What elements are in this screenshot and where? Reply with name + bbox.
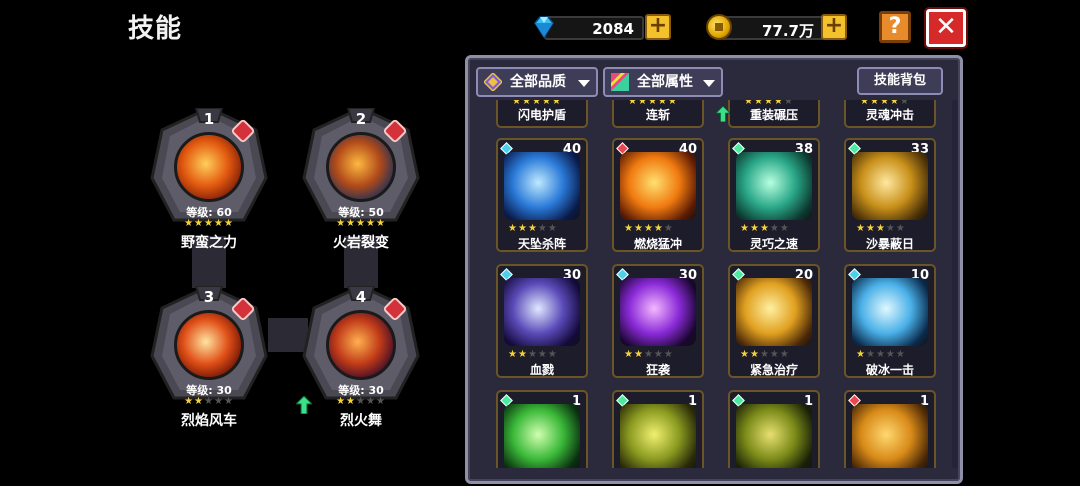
skill-card[interactable]: 1 <box>612 390 704 468</box>
slot-number: 3 <box>203 288 215 306</box>
slot-number: 2 <box>355 110 367 128</box>
skill-card[interactable]: ★★★★★ 闪电护盾 <box>496 100 588 128</box>
skill-stars: ★★★★★ <box>336 396 386 407</box>
skill-art <box>620 278 696 346</box>
skill-name: 烈焰风车 <box>181 413 237 429</box>
equipped-skill-slot-1[interactable]: 1 等级: 60 ★★★★★ 野蛮之力 <box>144 98 274 251</box>
skill-card[interactable]: 40 ★★★★★ 天坠杀阵 <box>496 138 588 252</box>
skill-name: 重装碾压 <box>749 108 798 122</box>
slot-number: 1 <box>203 110 215 128</box>
skill-art <box>504 404 580 468</box>
close-button[interactable]: ✕ <box>924 7 968 49</box>
skill-inventory-panel: 全部品质 全部属性 技能背包 ★★★★★ 闪电护盾 ★★★★★ 连斩 ★★★★★ 重装碾压… <box>465 55 963 484</box>
skill-name: 血戮 <box>529 363 554 377</box>
attribute-filter-dropdown[interactable]: 全部属性 <box>603 67 723 97</box>
skill-name: 破冰一击 <box>865 363 914 377</box>
skill-card[interactable]: ★★★★★ 灵魂冲击 <box>844 100 936 128</box>
skill-grid: ★★★★★ 闪电护盾 ★★★★★ 连斩 ★★★★★ 重装碾压 ★★★★★ 灵魂冲击 40 ★★★★… <box>490 100 950 468</box>
quality-diamond-icon <box>484 73 502 91</box>
skill-card[interactable]: ★★★★★ 连斩 <box>612 100 704 128</box>
gold-value: 77.7万 <box>761 22 814 40</box>
skill-name: 火岩裂变 <box>333 235 389 251</box>
skill-stars: ★★★★★ <box>740 349 790 360</box>
skill-name: 连斩 <box>645 108 670 122</box>
skill-name: 灵魂冲击 <box>865 108 914 122</box>
skill-stars: ★★★★★ <box>184 218 234 229</box>
skill-card[interactable]: 40 ★★★★★ 燃烧猛冲 <box>612 138 704 252</box>
skill-name: 紧急治疗 <box>749 363 798 377</box>
skill-card[interactable]: 1 <box>496 390 588 468</box>
skill-card[interactable]: 1 <box>728 390 820 468</box>
skill-stars: ★★★★★ <box>184 396 234 407</box>
scrollbar[interactable] <box>952 100 958 468</box>
skill-bag-button[interactable]: 技能背包 <box>857 67 943 95</box>
skill-name: 燃烧猛冲 <box>633 237 682 251</box>
equipped-skill-slot-3[interactable]: 3 等级: 30 ★★★★★ 烈焰风车 <box>144 276 274 429</box>
skill-name: 狂袭 <box>645 363 670 377</box>
gold-counter: 77.7万 + <box>706 13 848 41</box>
skill-art <box>736 152 812 220</box>
skill-card[interactable]: 30 ★★★★★ 狂袭 <box>612 264 704 378</box>
upgrade-arrow-icon <box>296 396 312 414</box>
skill-art <box>736 404 812 468</box>
skill-stars: ★★★★★ <box>856 223 906 234</box>
skill-art <box>852 152 928 220</box>
chevron-down-icon <box>578 80 590 87</box>
help-button[interactable]: ? <box>879 11 911 43</box>
slot-number: 4 <box>355 288 367 306</box>
skill-art <box>620 404 696 468</box>
skill-card[interactable]: 10 ★★★★★ 破冰一击 <box>844 264 936 378</box>
gem-counter: 2084 + <box>530 13 671 41</box>
skill-name: 沙暴蔽日 <box>865 237 914 251</box>
skill-stars: ★★★★★ <box>624 223 674 234</box>
chevron-down-icon <box>703 80 715 87</box>
skill-art <box>174 132 244 202</box>
skill-stars: ★★★★★ <box>740 223 790 234</box>
skill-art <box>852 404 928 468</box>
equipped-skill-slot-4[interactable]: 4 等级: 30 ★★★★★ 烈火舞 <box>296 276 426 429</box>
skill-art <box>852 278 928 346</box>
skill-stars: ★★★★★ <box>508 223 558 234</box>
add-gold-button[interactable]: + <box>821 14 847 40</box>
quality-filter-label: 全部品质 <box>510 74 566 90</box>
skill-stars: ★★★★★ <box>508 349 558 360</box>
skill-art <box>326 132 396 202</box>
skill-name: 灵巧之速 <box>749 237 798 251</box>
skill-stars: ★★★★★ <box>336 218 386 229</box>
gem-value: 2084 <box>592 20 634 38</box>
skill-card[interactable]: 33 ★★★★★ 沙暴蔽日 <box>844 138 936 252</box>
quality-filter-dropdown[interactable]: 全部品质 <box>476 67 598 97</box>
skill-stars: ★★★★★ <box>624 349 674 360</box>
skill-name: 野蛮之力 <box>181 235 237 251</box>
skill-art <box>326 310 396 380</box>
skill-card[interactable]: 1 <box>844 390 936 468</box>
attribute-filter-label: 全部属性 <box>637 74 693 90</box>
skill-card[interactable]: ★★★★★ 重装碾压 <box>716 100 820 128</box>
skill-art <box>504 278 580 346</box>
skill-name: 闪电护盾 <box>517 108 566 122</box>
skill-card[interactable]: 20 ★★★★★ 紧急治疗 <box>728 264 820 378</box>
skill-name: 天坠杀阵 <box>517 237 566 251</box>
attribute-color-icon <box>611 73 629 91</box>
skill-art <box>736 278 812 346</box>
diamond-gem-icon <box>534 16 554 39</box>
equipped-skill-slot-2[interactable]: 2 等级: 50 ★★★★★ 火岩裂变 <box>296 98 426 251</box>
skill-card[interactable]: 38 ★★★★★ 灵巧之速 <box>728 138 820 252</box>
gold-coin-icon <box>706 14 732 40</box>
skill-card[interactable]: 30 ★★★★★ 血戮 <box>496 264 588 378</box>
skill-art <box>620 152 696 220</box>
page-title: 技能 <box>128 14 183 44</box>
upgrade-arrow-icon <box>716 106 730 122</box>
skill-art <box>174 310 244 380</box>
add-gems-button[interactable]: + <box>645 14 671 40</box>
skill-stars: ★★★★★ <box>856 349 906 360</box>
skill-art <box>504 152 580 220</box>
skill-name: 烈火舞 <box>340 413 382 429</box>
